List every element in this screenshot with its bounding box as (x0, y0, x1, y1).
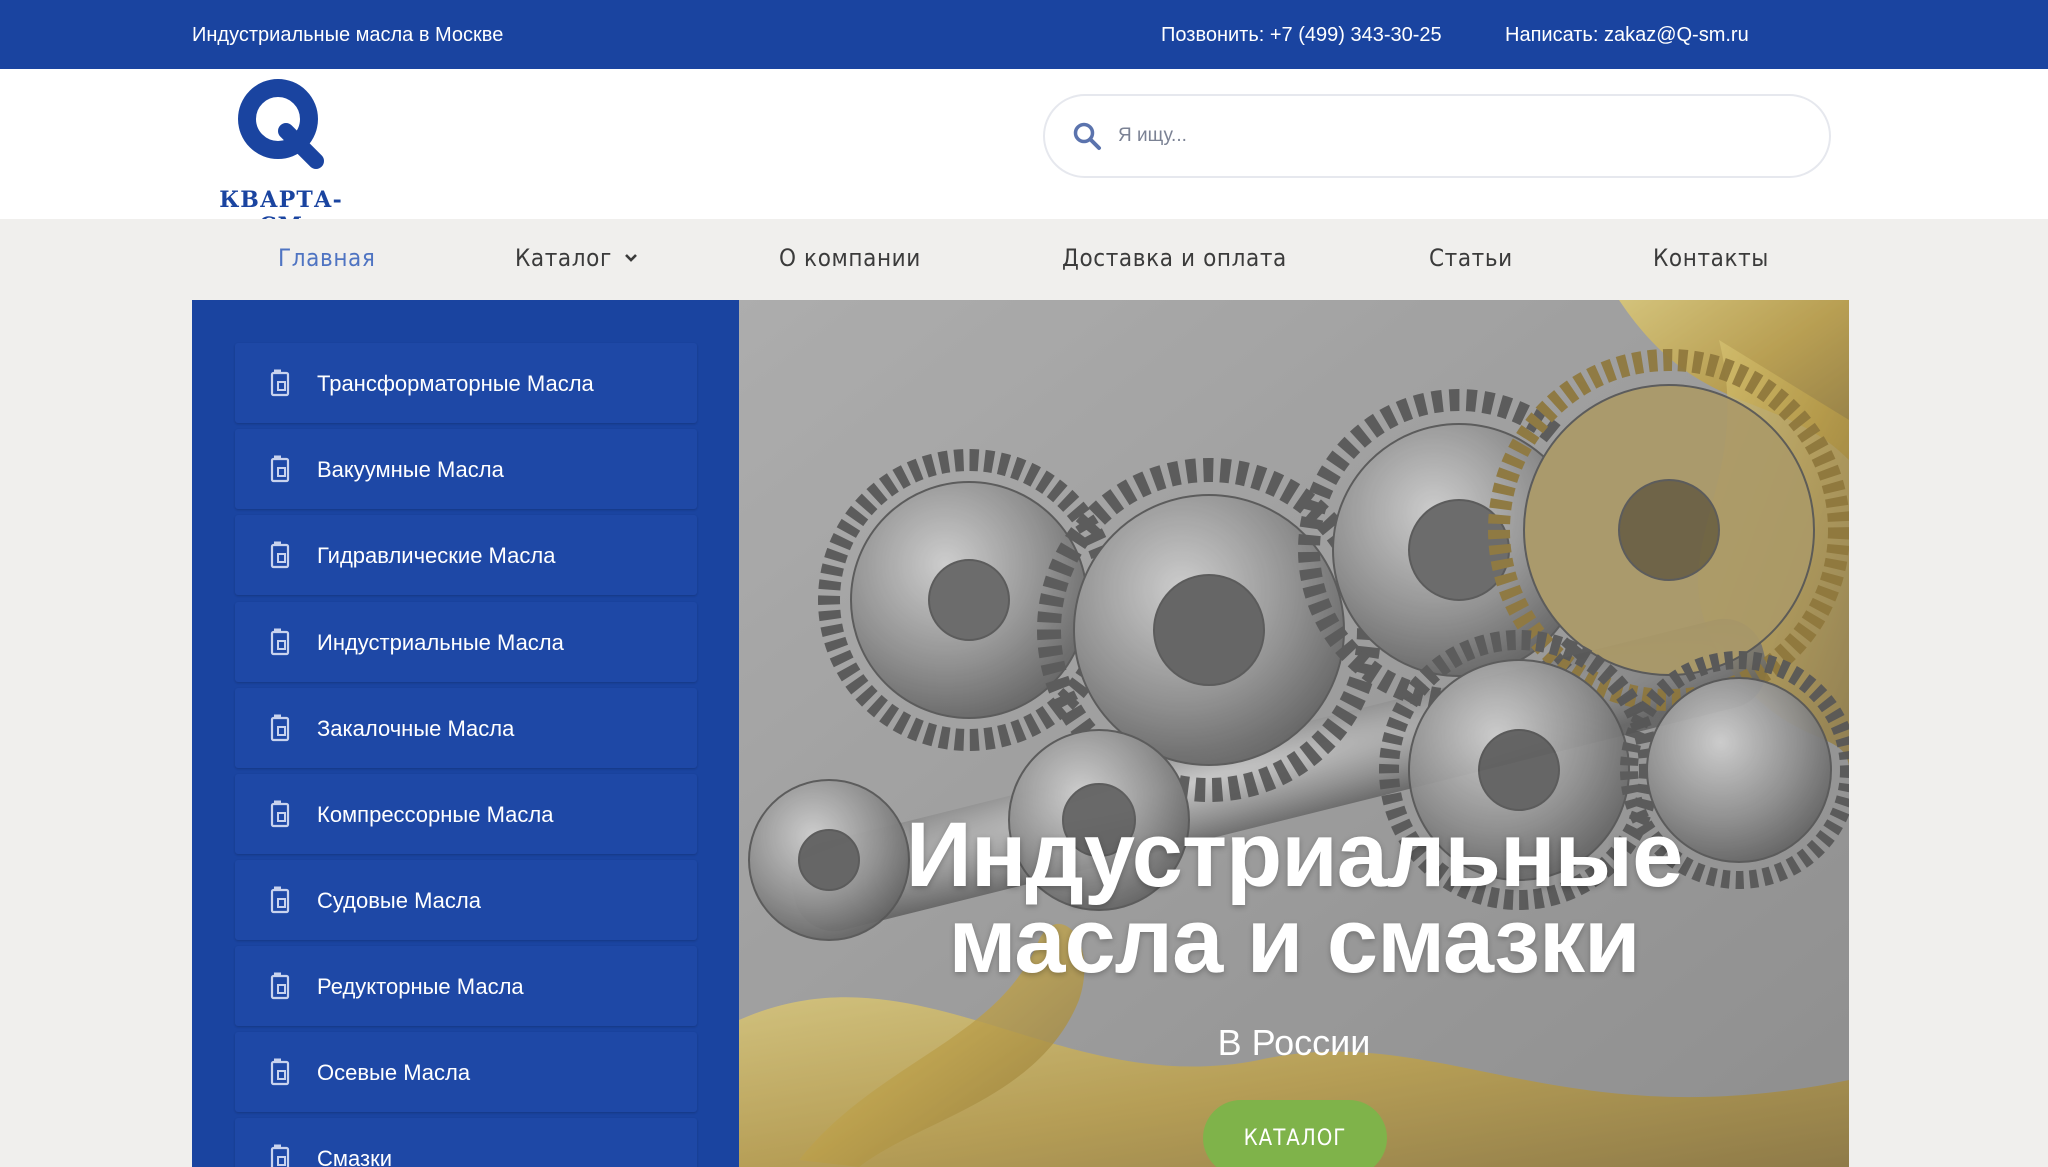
sidebar-item-label: Закалочные Масла (317, 716, 515, 741)
sidebar-item-label: Трансформаторные Масла (317, 371, 594, 396)
sidebar-item-transformer-oils[interactable]: Трансформаторные Масла (235, 343, 697, 423)
sidebar-item-vacuum-oils[interactable]: Вакуумные Масла (235, 429, 697, 509)
main-nav: Главная Каталог О компании Доставка и оп… (0, 219, 2048, 300)
nav-delivery-label: Доставка и оплата (1062, 244, 1287, 272)
oil-canister-icon (270, 628, 290, 656)
nav-home-label: Главная (278, 244, 376, 272)
sidebar-item-label: Судовые Масла (317, 888, 481, 913)
search-icon (1073, 122, 1101, 150)
nav-articles[interactable]: Статьи (1429, 244, 1513, 272)
oil-canister-icon (270, 1058, 290, 1086)
hero-title-line1: Индустриальные (905, 804, 1684, 906)
sidebar-item-axle-oils[interactable]: Осевые Масла (235, 1032, 697, 1112)
nav-catalog[interactable]: Каталог (515, 244, 638, 272)
oil-canister-icon (270, 886, 290, 914)
catalog-sidebar: Трансформаторные Масла Вакуумные Масла Г… (192, 300, 739, 1167)
oil-canister-icon (270, 455, 290, 483)
oil-canister-icon (270, 1144, 290, 1167)
sidebar-item-industrial-oils[interactable]: Индустриальные Масла (235, 602, 697, 682)
sidebar-item-greases[interactable]: Смазки (235, 1118, 697, 1167)
hero-banner: Индустриальные масла и смазки В России К… (739, 300, 1849, 1167)
oil-canister-icon (270, 541, 290, 569)
hero-title-line2: масла и смазки (948, 890, 1640, 992)
sidebar-item-label: Осевые Масла (317, 1060, 471, 1085)
sidebar-item-gear-oils[interactable]: Редукторные Масла (235, 946, 697, 1026)
oil-canister-icon (270, 714, 290, 742)
nav-delivery[interactable]: Доставка и оплата (1062, 244, 1287, 272)
nav-home[interactable]: Главная (278, 244, 375, 272)
sidebar-item-quenching-oils[interactable]: Закалочные Масла (235, 688, 697, 768)
phone-link[interactable]: Позвонить: +7 (499) 343-30-25 (1161, 24, 1442, 47)
hero-subtitle: В России (1217, 1022, 1371, 1063)
city-tagline: Индустриальные масла в Москве (192, 24, 504, 46)
nav-catalog-label: Каталог (515, 244, 612, 272)
sidebar-item-label: Индустриальные Масла (317, 630, 564, 655)
sidebar-item-label: Редукторные Масла (317, 974, 524, 999)
search-input[interactable] (1116, 124, 1760, 148)
sidebar-item-label: Компрессорные Масла (317, 802, 554, 827)
oil-canister-icon (270, 972, 290, 1000)
search-box[interactable] (1043, 94, 1831, 178)
top-bar: Индустриальные масла в Москве Позвонить:… (0, 0, 2048, 69)
chevron-down-icon (625, 254, 637, 262)
hero-title: Индустриальные масла и смазки (739, 804, 1849, 992)
q-logo-icon (238, 79, 324, 169)
site-header: КВАРТА-СМ (0, 69, 2048, 239)
sidebar-item-label: Смазки (317, 1146, 393, 1167)
sidebar-item-compressor-oils[interactable]: Компрессорные Масла (235, 774, 697, 854)
catalog-button[interactable]: КАТАЛОГ (1203, 1100, 1387, 1167)
email-link[interactable]: Написать: zakaz@Q-sm.ru (1505, 24, 1749, 47)
site-logo[interactable]: КВАРТА-СМ (196, 75, 366, 239)
nav-about[interactable]: О компании (779, 244, 921, 272)
oil-canister-icon (270, 369, 290, 397)
sidebar-item-marine-oils[interactable]: Судовые Масла (235, 860, 697, 940)
sidebar-item-label: Гидравлические Масла (317, 543, 556, 568)
sidebar-item-label: Вакуумные Масла (317, 457, 504, 482)
oil-canister-icon (270, 800, 290, 828)
sidebar-item-hydraulic-oils[interactable]: Гидравлические Масла (235, 515, 697, 595)
nav-contacts-label: Контакты (1653, 244, 1769, 272)
nav-about-label: О компании (779, 244, 921, 272)
nav-contacts[interactable]: Контакты (1653, 244, 1769, 272)
nav-articles-label: Статьи (1429, 244, 1513, 272)
